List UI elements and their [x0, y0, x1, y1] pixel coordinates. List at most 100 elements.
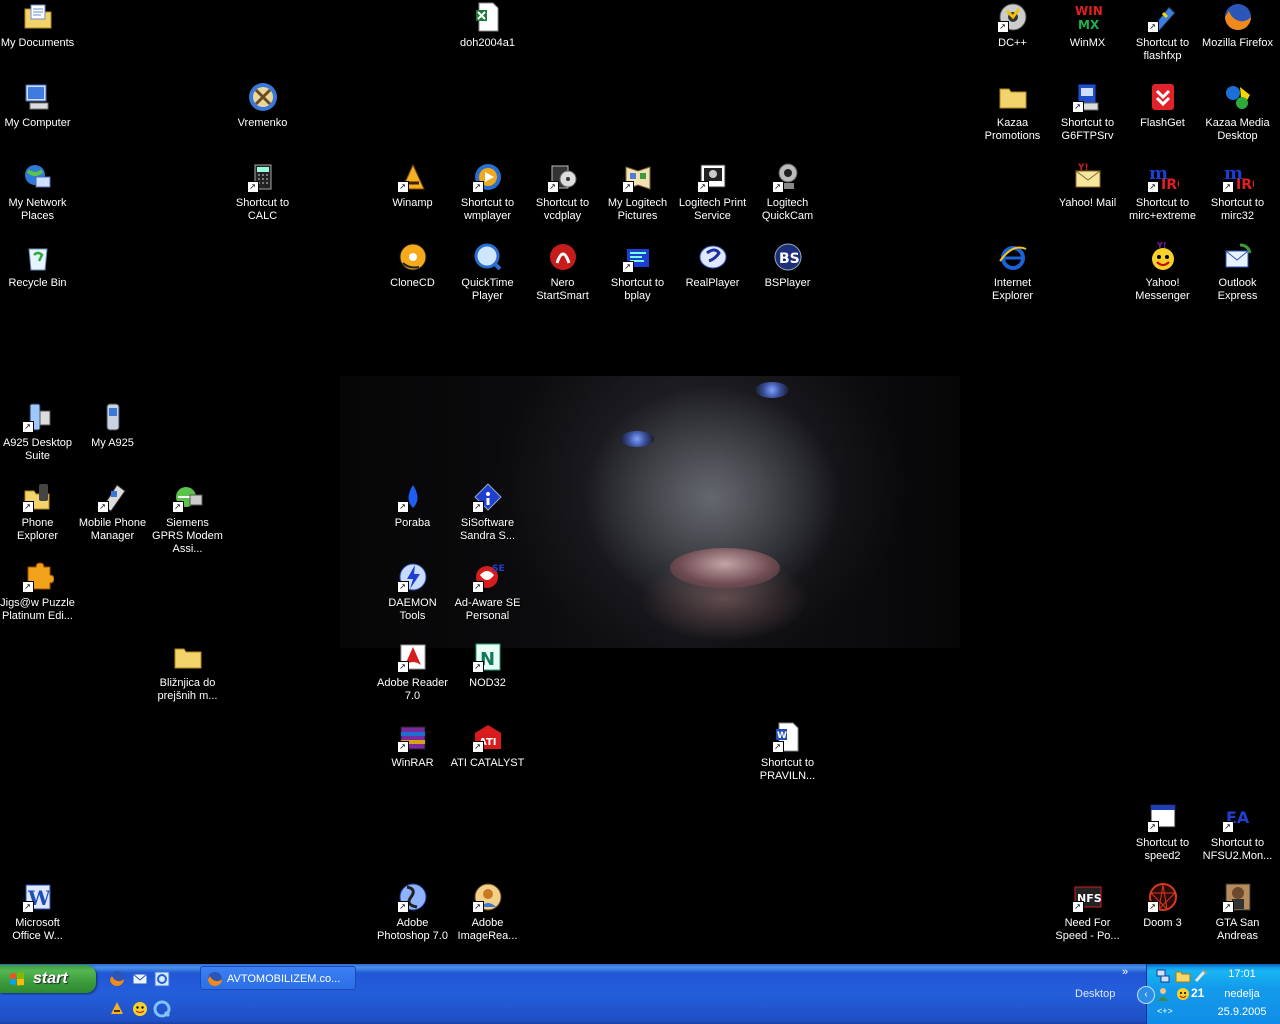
desktop-icon-winrar[interactable]: ↗ WinRAR [375, 721, 450, 770]
daemon-icon: ↗ [396, 561, 429, 593]
shortcut-arrow-icon: ↗ [21, 501, 34, 513]
desktop-icon-my-a925[interactable]: My A925 [75, 401, 150, 450]
desktop-icon-pravila[interactable]: W ↗ Shortcut to PRAVILN... [750, 721, 825, 783]
webcam-icon: ↗ [771, 161, 804, 193]
desktop-icon-adaware[interactable]: SE ↗ Ad-Aware SE Personal [450, 561, 525, 623]
desktop-icon-label: GTA San Andreas [1215, 917, 1260, 942]
wallpaper-eye-left [620, 431, 654, 447]
desktop-icon-winamp[interactable]: ↗ Winamp [375, 161, 450, 210]
desktop-icon-siemens-gprs[interactable]: ↗ Siemens GPRS Modem Assi... [150, 481, 225, 556]
desktop-icon-flashfxp[interactable]: ↗ Shortcut to flashfxp [1125, 1, 1200, 63]
tray-arrows-icon[interactable]: <+> [1157, 1006, 1173, 1016]
desktop-icon-acrobat[interactable]: ↗ Adobe Reader 7.0 [375, 641, 450, 703]
desktop-icon-label: Kazaa Media Desktop [1205, 117, 1270, 142]
start-button[interactable]: start [0, 965, 96, 993]
desktop-icon-mirc-extreme[interactable]: mIRC↗ Shortcut to mirc+extreme [1125, 161, 1200, 223]
windows-flag-icon [10, 972, 24, 986]
svg-text:IRC: IRC [1236, 177, 1254, 193]
desktop-icon-bsplayer[interactable]: BS BSPlayer [750, 241, 825, 290]
svg-text:SE: SE [492, 564, 504, 574]
firefox-icon[interactable] [108, 970, 126, 988]
desktop-icon-outlook-express[interactable]: Outlook Express [1200, 241, 1275, 303]
desktop-icon-jigsaw[interactable]: ↗ Jigs@w Puzzle Platinum Edi... [0, 561, 75, 623]
photoshop-icon: ↗ [396, 881, 429, 913]
desktop-icon-vremenko[interactable]: Vremenko [225, 81, 300, 130]
desktop-icon-ati[interactable]: ATI ↗ ATI CATALYST [450, 721, 525, 770]
shortcut-arrow-icon: ↗ [396, 901, 409, 913]
quicktime-icon[interactable] [153, 1000, 171, 1018]
user-tray-icon[interactable] [1155, 986, 1171, 1002]
desktop-icon-doom3[interactable]: ↗ Doom 3 [1125, 881, 1200, 930]
flashget-icon [1147, 81, 1179, 113]
desktop-icon-nfs-po[interactable]: NFS ↗ Need For Speed - Po... [1050, 881, 1125, 943]
quicktime-icon [472, 241, 504, 273]
desktop-icon-label: Nero StartSmart [536, 277, 589, 302]
desktop-icon-kazaa-promotions[interactable]: Kazaa Promotions [975, 81, 1050, 143]
ea-icon: EA ↗ [1221, 801, 1254, 833]
desktop-icon-mobile-phone-manager[interactable]: ↗ Mobile Phone Manager [75, 481, 150, 543]
folder-tray-icon[interactable] [1175, 968, 1191, 984]
desktop-icon-ie[interactable]: Internet Explorer [975, 241, 1050, 303]
shortcut-arrow-icon: ↗ [1146, 821, 1159, 833]
desktop-icon-calc[interactable]: ↗ Shortcut to CALC [225, 161, 300, 223]
network-tray-icon[interactable] [1155, 968, 1171, 984]
desktop-icon-doh2004a1[interactable]: doh2004a1 [450, 1, 525, 50]
desktop-icon-a925-suite[interactable]: ↗ A925 Desktop Suite [0, 401, 75, 463]
desktop-icon-vcdplay[interactable]: ↗ Shortcut to vcdplay [525, 161, 600, 223]
desktop-icon-imageready[interactable]: ↗ Adobe ImageRea... [450, 881, 525, 943]
desktop-icon-poraba[interactable]: ↗ Poraba [375, 481, 450, 530]
recycle-bin-icon [22, 241, 54, 273]
toolbar-chevron-icon[interactable]: » [1122, 966, 1128, 978]
desktop-icon-quickcam[interactable]: ↗ Logitech QuickCam [750, 161, 825, 223]
desktop-icon-logitech-print[interactable]: ↗ Logitech Print Service [675, 161, 750, 223]
desktop-icon-yahoo-mail[interactable]: Y! Yahoo! Mail [1050, 161, 1125, 210]
messenger-icon[interactable] [131, 1000, 149, 1018]
desktop-icon-label: Shortcut to wmplayer [460, 197, 515, 222]
desktop-icon-gta-sa[interactable]: ↗ GTA San Andreas [1200, 881, 1275, 943]
ie-icon[interactable] [153, 970, 171, 988]
desktop-icon-nfsu2[interactable]: EA ↗ Shortcut to NFSU2.Mon... [1200, 801, 1275, 863]
svg-text:IRC: IRC [1161, 177, 1179, 193]
outlook-icon[interactable] [131, 970, 149, 988]
desktop-icon-winmx[interactable]: WIN MX WinMX [1050, 1, 1125, 50]
tray-collapse-icon[interactable]: ‹ [1137, 986, 1155, 1004]
desktop-icon-realplayer[interactable]: RealPlayer [675, 241, 750, 290]
desktop-icon-photoshop[interactable]: ↗ Adobe Photoshop 7.0 [375, 881, 450, 943]
desktop-icon-daemon[interactable]: ↗ DAEMON Tools [375, 561, 450, 623]
desktop-icon-quicktime[interactable]: QuickTime Player [450, 241, 525, 303]
winamp-icon[interactable] [108, 1000, 126, 1018]
desktop-icon-mirc32[interactable]: mIRC↗ Shortcut to mirc32 [1200, 161, 1275, 223]
temperature-tray-label[interactable]: 21 [1191, 986, 1204, 1000]
realplayer-icon [697, 241, 729, 273]
desktop-icon-my-computer[interactable]: My Computer [0, 81, 75, 130]
desktop-icon-bliznjica[interactable]: Bližnjica do prejšnih m... [150, 641, 225, 703]
desktop-icon-msoffice[interactable]: W ↗ Microsoft Office W... [0, 881, 75, 943]
desktop-icon-label: Shortcut to bplay [610, 277, 665, 302]
desktop-icon-g6ftpsrv[interactable]: ↗ Shortcut to G6FTPSrv [1050, 81, 1125, 143]
desktop-icon-clonecd[interactable]: CloneCD [375, 241, 450, 290]
desktop-icon-recycle-bin[interactable]: Recycle Bin [0, 241, 75, 290]
desktop-icon-my-network[interactable]: My Network Places [0, 161, 75, 223]
clock-time[interactable]: 17:01 [1207, 968, 1277, 980]
desktop-icon-nod32[interactable]: N ↗ NOD32 [450, 641, 525, 690]
messenger-tray-icon[interactable] [1175, 986, 1191, 1002]
taskbar-window-button[interactable]: AVTOMOBILIZEM.co... [200, 966, 356, 990]
desktop-icon-label: Shortcut to CALC [235, 197, 290, 222]
desktop-icon-flashget[interactable]: FlashGet [1125, 81, 1200, 130]
shortcut-arrow-icon: ↗ [471, 661, 484, 673]
desktop-icon-sisoftware[interactable]: ↗ SiSoftware Sandra S... [450, 481, 525, 543]
desktop-icon-firefox[interactable]: Mozilla Firefox [1200, 1, 1275, 50]
desktop[interactable]: My Documents doh2004a1 ↗ DC++ WIN MX WinMX ↗ Sho… [0, 0, 1280, 964]
desktop-icon-speed2[interactable]: ↗ Shortcut to speed2 [1125, 801, 1200, 863]
desktop-icon-dcpp[interactable]: ↗ DC++ [975, 1, 1050, 50]
desktop-icon-phone-explorer[interactable]: ↗ Phone Explorer [0, 481, 75, 543]
desktop-icon-my-documents[interactable]: My Documents [0, 1, 75, 50]
desktop-icon-bplay[interactable]: ↗ Shortcut to bplay [600, 241, 675, 303]
desktop-toolbar-label[interactable]: Desktop [1075, 988, 1115, 1000]
desktop-icon-logitech-pictures[interactable]: ↗ My Logitech Pictures [600, 161, 675, 223]
shortcut-arrow-icon: ↗ [1221, 901, 1234, 913]
desktop-icon-wmplayer[interactable]: ↗ Shortcut to wmplayer [450, 161, 525, 223]
desktop-icon-kazaa-desktop[interactable]: Kazaa Media Desktop [1200, 81, 1275, 143]
desktop-icon-nero[interactable]: Nero StartSmart [525, 241, 600, 303]
desktop-icon-yahoo-messenger[interactable]: Y! Yahoo! Messenger [1125, 241, 1200, 303]
